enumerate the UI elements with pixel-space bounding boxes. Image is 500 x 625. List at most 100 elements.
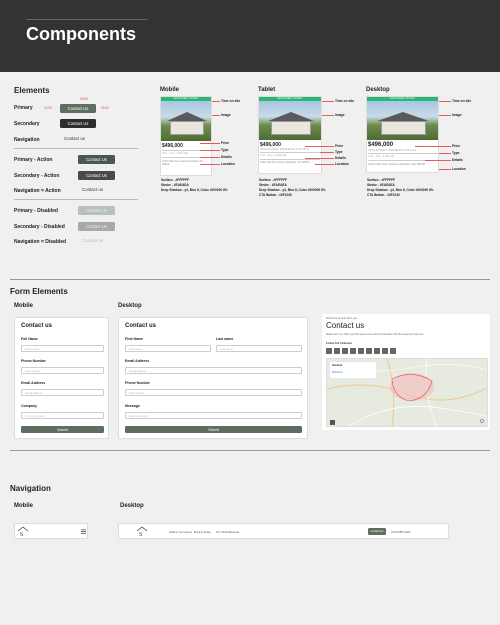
secondary-action-label: Secondary - Action	[14, 173, 60, 179]
listing-image	[161, 101, 211, 141]
contact-map-section: We'd love to hear from you Contact us Re…	[322, 314, 490, 430]
page-title: Components	[26, 24, 136, 44]
listing-details: 3 bd · 3 ba · 2,304 sqft	[162, 152, 189, 155]
map-embed[interactable]: Neuland Directions	[326, 358, 488, 427]
annotation-type: Type	[335, 150, 343, 154]
pinterest-icon[interactable]	[366, 348, 372, 354]
divider	[14, 199, 138, 200]
twitter-icon[interactable]	[358, 348, 364, 354]
annotation-details: Details	[452, 158, 463, 162]
facebook-icon[interactable]	[326, 348, 332, 354]
navigation-action-link[interactable]: Contact us	[82, 187, 103, 192]
listing-card-tablet[interactable]: FEATURED LISTING $496,000 SINGLE FAMILY …	[258, 96, 322, 174]
tiktok-icon[interactable]	[374, 348, 380, 354]
phone-label: Phone Number	[125, 381, 150, 385]
last-name-input[interactable]: Last name	[216, 345, 302, 352]
listing-price: $496,000	[368, 142, 394, 148]
email-icon[interactable]	[382, 348, 388, 354]
email-input[interactable]: Email address	[125, 367, 302, 374]
annotation-location: Location	[221, 162, 235, 166]
company-input[interactable]: Company name	[21, 412, 104, 419]
nav-phone[interactable]: (704) 555-0123	[391, 530, 410, 534]
phone-label: Phone Number	[21, 359, 46, 363]
card-specs-desktop: Surface - #FFFFFF Stroke - #EAEAEA Drop …	[367, 178, 434, 197]
annotation-type: Type	[221, 148, 229, 152]
cards-desktop-title: Desktop	[366, 87, 390, 93]
navigation-disabled-label: Navigation = Disabled	[14, 239, 67, 245]
divider	[14, 148, 138, 149]
navigation-disabled-link: Contact us	[82, 238, 103, 243]
first-name-input[interactable]: First name	[125, 345, 211, 352]
listing-details: 3 bd · 3 ba · 2,304 sqft	[260, 154, 287, 157]
email-input[interactable]: Email address	[21, 389, 104, 396]
map-kicker: We'd love to hear from you	[326, 317, 357, 320]
full-name-label: Full Name	[21, 337, 38, 341]
annotation-location: Location	[452, 167, 466, 171]
phone-input[interactable]: Enter phone	[21, 367, 104, 374]
annotation-details: Details	[335, 156, 346, 160]
form-desktop-title: Desktop	[118, 303, 142, 309]
last-name-label: Last name	[216, 337, 234, 341]
nav-item-buying[interactable]: Buying Today	[194, 530, 211, 534]
navigation-link[interactable]: Contact us	[64, 136, 85, 141]
section-divider	[10, 279, 490, 280]
nav-desktop-title: Desktop	[120, 503, 144, 509]
map-title: Contact us	[326, 321, 365, 330]
email-label: Email Address	[21, 381, 46, 385]
primary-disabled-button: Contact Us	[78, 206, 115, 215]
annotation-image: Image	[221, 113, 231, 117]
map-layers-icon[interactable]	[330, 420, 335, 425]
secondary-action-button[interactable]: Contact Us	[78, 171, 115, 180]
svg-text:S: S	[20, 532, 23, 537]
card-specs-tablet: Surface - #FFFFFF Stroke - #EAEAEA Drop …	[259, 178, 326, 197]
map-pin-title: Neuland	[332, 364, 343, 367]
annotation-price: Price	[221, 141, 230, 145]
submit-button[interactable]: Submit	[125, 426, 302, 433]
listing-location: 1234 Oak Tree Grove Charlotte, NC 28105	[368, 162, 426, 166]
submit-button[interactable]: Submit	[21, 426, 104, 433]
listing-type: SINGLE FAMILY RESIDENCE FOR SALE	[368, 149, 417, 152]
full-name-input[interactable]: Enter name	[21, 345, 104, 352]
nav-contact-button[interactable]: Contact Us	[368, 528, 386, 535]
logo-icon[interactable]: S	[136, 526, 148, 537]
primary-label: Primary	[14, 105, 33, 111]
company-label: Company	[21, 404, 37, 408]
card-specs-mobile: Surface - #FFFFFF Stroke - #EAEAEA Drop …	[161, 178, 228, 192]
logo-icon[interactable]: S	[17, 526, 29, 537]
annotation-price: Price	[335, 144, 344, 148]
linkedin-icon[interactable]	[342, 348, 348, 354]
instagram-icon[interactable]	[334, 348, 340, 354]
form-title: Contact us	[125, 323, 157, 329]
phone-input[interactable]: Enter phone	[125, 389, 302, 396]
spec-right: 24.00	[101, 106, 109, 110]
elements-heading: Elements	[14, 86, 50, 95]
nav-item-reviews[interactable]: Our Work/Reviews	[216, 530, 239, 534]
map-info-card: Neuland Directions	[330, 362, 376, 378]
secondary-button[interactable]: Contact Us	[60, 119, 96, 128]
map-locate-icon[interactable]	[480, 419, 484, 423]
primary-button[interactable]: Contact Us	[60, 104, 96, 113]
nav-item-selling[interactable]: Selling Your Home	[169, 530, 192, 534]
follow-label: Follow Our Channels	[326, 342, 352, 345]
annotation-image: Image	[335, 113, 345, 117]
email-label: Email Address	[125, 359, 150, 363]
contact-form-mobile: Contact us Full Name Enter name Phone Nu…	[14, 317, 109, 439]
nav-mobile-title: Mobile	[14, 503, 33, 509]
nav-bar-desktop: S Selling Your Home Buying Today Our Wor…	[118, 523, 449, 539]
menu-icon[interactable]	[81, 529, 86, 534]
form-elements-heading: Form Elements	[10, 287, 68, 296]
map-description: Reach out to us, Take your first steps i…	[326, 333, 424, 336]
listing-image	[367, 101, 438, 140]
navigation-action-label: Navigation = Action	[14, 188, 61, 194]
svg-text:S: S	[139, 532, 142, 537]
message-input[interactable]: Enter message	[125, 412, 302, 419]
annotation-time: Time on site	[221, 99, 241, 103]
phone-icon[interactable]	[390, 348, 396, 354]
listing-card-desktop[interactable]: FEATURED LISTING $496,000 SINGLE FAMILY …	[366, 96, 439, 173]
header-rule	[26, 19, 148, 20]
map-directions-link[interactable]: Directions	[332, 371, 343, 374]
primary-action-button[interactable]: Contact Us	[78, 155, 115, 164]
youtube-icon[interactable]	[350, 348, 356, 354]
annotation-price: Price	[452, 144, 461, 148]
form-mobile-title: Mobile	[14, 303, 33, 309]
